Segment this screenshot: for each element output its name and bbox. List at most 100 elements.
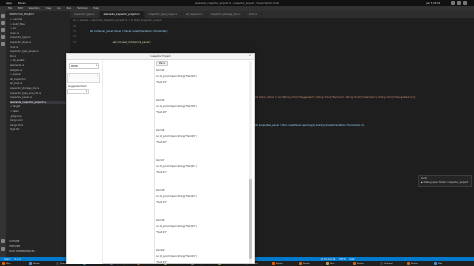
system-clock[interactable]: Jan 5 18:34 bbox=[426, 2, 440, 5]
entry-note: "Text:21" bbox=[156, 171, 167, 174]
sidebar-file-item[interactable]: > target bbox=[10, 105, 20, 108]
debug-panel: build ▶ Debug open folder: inspector_pro… bbox=[418, 175, 472, 187]
tab-mod[interactable]: mod.rs bbox=[244, 11, 263, 18]
code-line[interactable]: let action_items = vec![String::from("Su… bbox=[255, 96, 416, 99]
sidebar-file-item[interactable]: all_impl.rs bbox=[10, 82, 22, 85]
taskbar-app[interactable]: Firefox bbox=[406, 262, 432, 266]
list-item[interactable]: item17 on:ld_point:Open:String("field21")… bbox=[156, 159, 246, 189]
menu-run[interactable]: Run bbox=[67, 7, 72, 10]
code-line[interactable]: let container_panel: Panel = Panel::new(… bbox=[90, 30, 168, 33]
debug-open-folder-item[interactable]: ▶ Debug open folder: inspector_project bbox=[421, 181, 469, 184]
sidebar-file-item[interactable]: widgets.rs bbox=[10, 69, 22, 72]
explorer-sidebar: INSPECTOR_PROJECT > .vscode > build_files… bbox=[6, 11, 70, 257]
menu-file[interactable]: File bbox=[8, 7, 12, 10]
sidebar-file-item[interactable]: inspector_panel.rs bbox=[10, 96, 32, 99]
sidebar-file-item[interactable]: Cargo.toml bbox=[10, 124, 23, 127]
entry-action: on:ld_point:Open:String("field19") bbox=[156, 75, 197, 78]
entry-id: item14 bbox=[156, 69, 165, 72]
tab-all-inspect[interactable]: all_inspect.rs bbox=[182, 11, 207, 18]
code-line[interactable]: .set_focused_child(scroll_panel); bbox=[112, 41, 151, 44]
scrollbar-thumb[interactable] bbox=[249, 179, 252, 259]
sidebar-file-item[interactable]: > src bbox=[10, 27, 16, 30]
tab-elements-inspector-project[interactable]: elements_inspector_project.rs bbox=[99, 11, 145, 18]
taskbar-app[interactable]: Firefox bbox=[271, 262, 297, 266]
list-item[interactable]: item16 on:ld_point:Open:String("field20")… bbox=[156, 129, 246, 159]
menu-edit[interactable]: Edit bbox=[18, 7, 23, 10]
menu-select[interactable]: MENU ▾ bbox=[69, 63, 99, 69]
explorer-icon[interactable] bbox=[1, 14, 5, 18]
menu-selection[interactable]: Selection bbox=[29, 7, 40, 10]
list-item[interactable]: item15 on:ld_point:Open:String("field18")… bbox=[156, 99, 246, 129]
menu-help[interactable]: Help bbox=[93, 7, 98, 10]
chevron-down-icon: ▾ bbox=[95, 64, 97, 67]
sidebar-file-item[interactable]: inspector_storage_ids.rs bbox=[10, 87, 39, 90]
timeline-section[interactable]: TIMELINE bbox=[9, 245, 20, 248]
menu-view[interactable]: View bbox=[46, 7, 52, 10]
sidebar-file-item[interactable]: > build_files bbox=[10, 23, 25, 26]
sidebar-file-item[interactable]: .gitignore bbox=[10, 115, 21, 118]
menu-terminal[interactable]: Terminal bbox=[77, 7, 87, 10]
tab-inspector-type[interactable]: inspector_type.rs bbox=[70, 11, 100, 18]
taskbar-app[interactable]: Firefox bbox=[28, 262, 54, 266]
sidebar-file-item[interactable]: inspector_type.rs bbox=[10, 36, 31, 39]
taskbar-app[interactable]: Firefox bbox=[298, 262, 324, 266]
taskbar-app[interactable]: Files bbox=[1, 262, 27, 266]
account-icon[interactable] bbox=[1, 239, 5, 243]
sidebar-file-item[interactable]: mod.rs bbox=[10, 46, 18, 49]
list-item[interactable]: item19 on:ld_point:Open:String("field23")… bbox=[156, 219, 246, 249]
breadcrumb[interactable]: src > panels > elements_inspector_projec… bbox=[73, 19, 162, 22]
sidebar-file-item[interactable]: > lib_assets bbox=[10, 59, 24, 62]
list-item[interactable]: item14 on:ld_point:Open:String("field19")… bbox=[156, 69, 246, 99]
taskbar-app[interactable]: Firefox bbox=[352, 262, 378, 266]
sidebar-file-item[interactable]: > tests bbox=[10, 110, 19, 113]
sidebar-file-item[interactable]: all_inspect.rs bbox=[10, 78, 26, 81]
taskbar-app[interactable]: Terminal bbox=[379, 262, 405, 266]
sidebar-file-item[interactable]: elements_inspector_project.rs bbox=[10, 100, 68, 104]
taskbar-app[interactable]: Files bbox=[325, 262, 351, 266]
sidebar-file-item[interactable]: main.rs bbox=[10, 32, 19, 35]
source-control-icon[interactable] bbox=[1, 28, 5, 32]
explorer-header: INSPECTOR_PROJECT bbox=[9, 13, 35, 16]
rust-dependencies-section[interactable]: RUST DEPENDENCIES bbox=[9, 250, 35, 253]
nav-panel: ‹ › bbox=[67, 73, 100, 83]
sidebar-file-item[interactable]: Cargo.lock bbox=[10, 119, 23, 122]
run-debug-icon[interactable] bbox=[1, 35, 5, 39]
list-item[interactable]: item18 on:ld_point:Open:String("field22")… bbox=[156, 189, 246, 219]
chevron-left-icon[interactable]: ‹ bbox=[69, 74, 70, 77]
taskbar-app-label: Firefox bbox=[303, 262, 310, 265]
sidebar-file-item[interactable]: high.txt bbox=[10, 128, 19, 131]
taskbar-app[interactable]: Mail bbox=[433, 262, 459, 266]
network-icon[interactable] bbox=[451, 1, 455, 5]
entry-action: on:ld_point:Open:String("field22") bbox=[156, 195, 197, 198]
entry-note: "Text:24" bbox=[156, 261, 167, 263]
editor-tabs: inspector_type.rs elements_inspector_pro… bbox=[70, 11, 474, 18]
suggested-item-select[interactable]: ▾ bbox=[67, 89, 89, 94]
sidebar-file-item[interactable]: elements.rs bbox=[10, 64, 24, 67]
list-item[interactable]: item20 on:ld_point:Open:String("field24")… bbox=[156, 249, 246, 263]
sidebar-file-item[interactable]: inspector_type_aria_ids.rs bbox=[10, 92, 41, 95]
search-icon[interactable] bbox=[1, 21, 5, 25]
tab-inspector-storage-ids[interactable]: inspector_storage_ids.rs bbox=[206, 11, 245, 18]
line-number: 71 bbox=[73, 30, 77, 33]
menu-button[interactable]: Menu bbox=[156, 61, 168, 66]
debug-build-item[interactable]: build bbox=[421, 177, 469, 180]
sidebar-file-item[interactable]: inspector_type_props.rs bbox=[10, 50, 39, 53]
sidebar-file-item[interactable]: lib.rs bbox=[10, 55, 16, 58]
power-icon[interactable] bbox=[463, 1, 467, 5]
sidebar-file-item[interactable]: > panels bbox=[10, 73, 21, 76]
close-icon[interactable]: × bbox=[249, 54, 251, 57]
chevron-right-icon[interactable]: › bbox=[97, 74, 98, 77]
app-icon bbox=[272, 262, 275, 265]
code-line[interactable]: let properties_panel = Box::new(Panel::s… bbox=[255, 124, 364, 127]
settings-gear-icon[interactable] bbox=[1, 247, 5, 251]
tab-inspector-type-props[interactable]: inspector_type_props.rs bbox=[144, 11, 183, 18]
chevron-down-icon: ▾ bbox=[85, 90, 87, 93]
menu-go[interactable]: Go bbox=[57, 7, 60, 10]
entry-id: item20 bbox=[156, 249, 165, 252]
sidebar-file-item[interactable]: > .vscode bbox=[10, 18, 22, 21]
sidebar-file-item[interactable]: inspector_style.rs bbox=[10, 41, 31, 44]
extensions-icon[interactable] bbox=[1, 42, 5, 46]
outline-section[interactable]: OUTLINE bbox=[9, 240, 19, 243]
volume-icon[interactable] bbox=[457, 1, 461, 5]
scrollbar[interactable] bbox=[249, 61, 252, 263]
